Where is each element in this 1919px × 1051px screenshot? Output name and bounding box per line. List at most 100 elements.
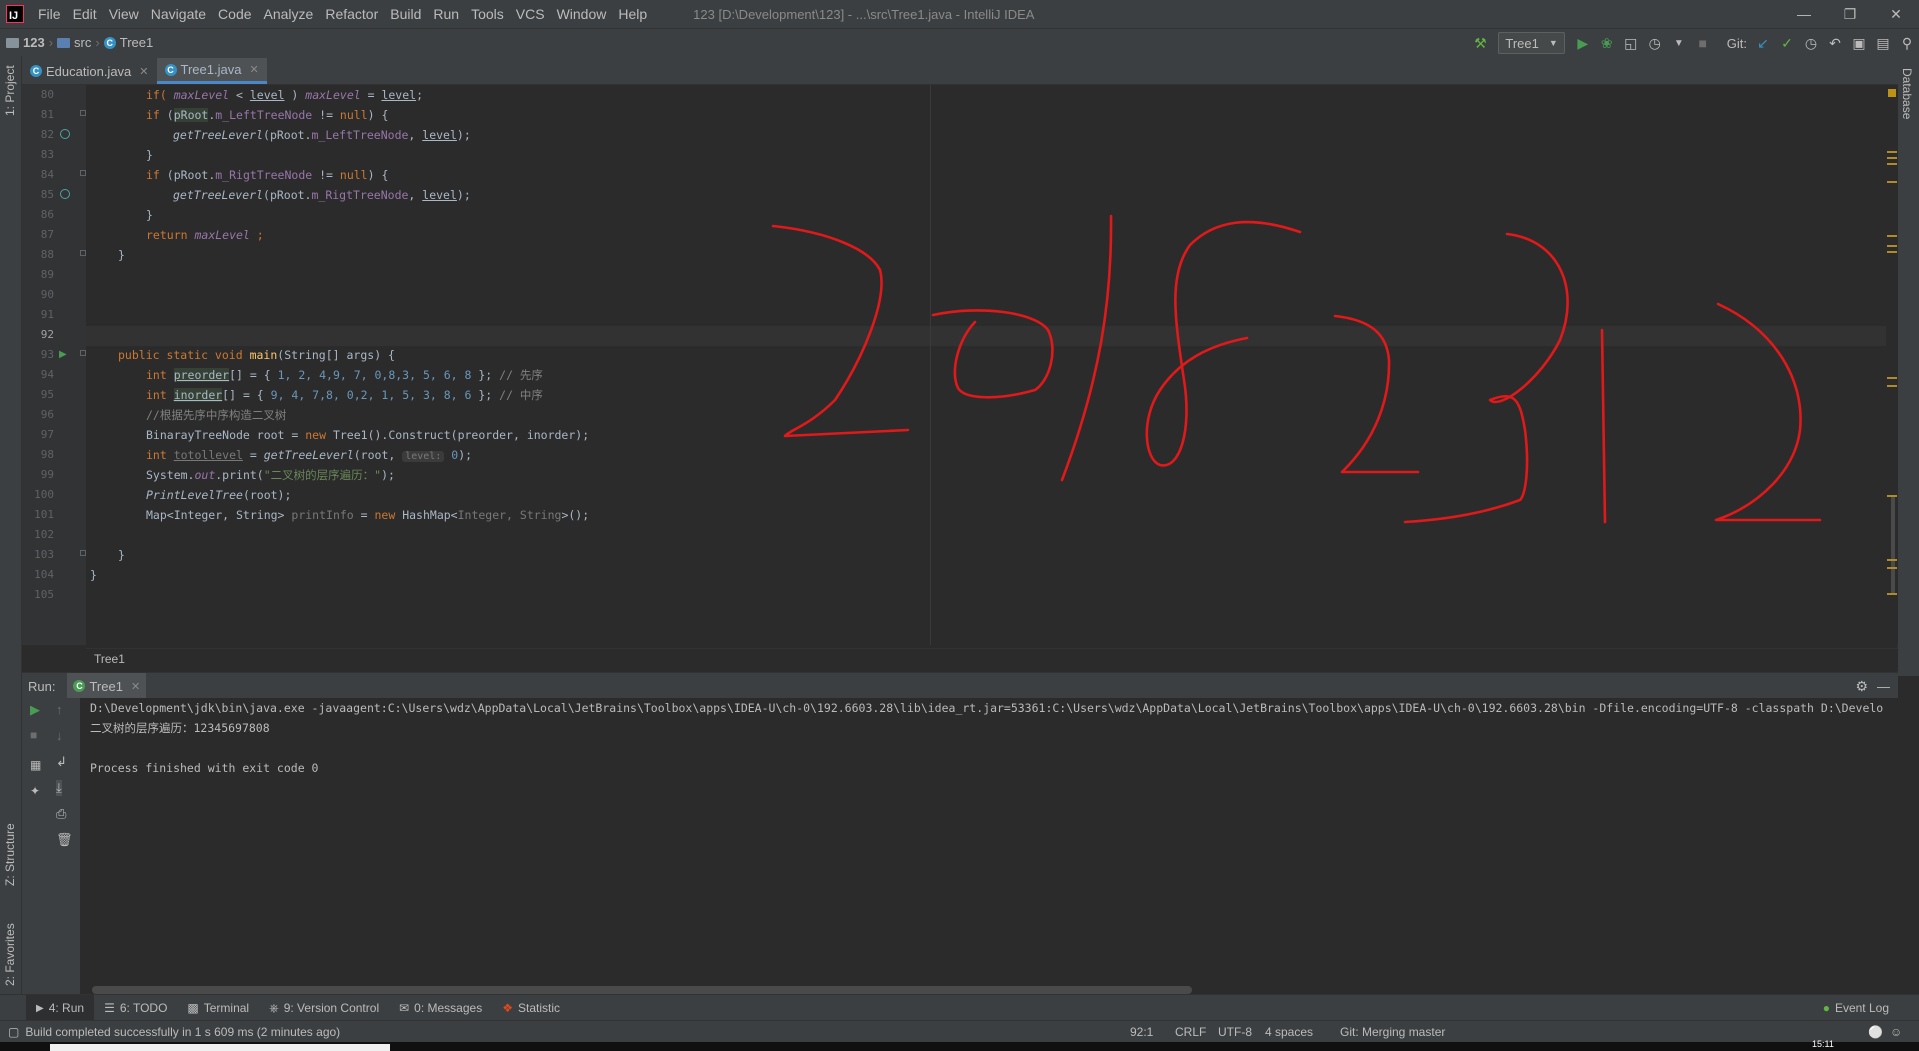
console-output[interactable]: D:\Development\jdk\bin\java.exe -javaage…: [80, 698, 1898, 994]
line-number: 87: [40, 228, 54, 241]
lock-icon[interactable]: ⚪: [1868, 1025, 1883, 1039]
inspector-icon[interactable]: ☺: [1890, 1025, 1902, 1039]
method-breadcrumb[interactable]: Tree1: [94, 652, 125, 666]
git-rollback-icon[interactable]: ↶: [1823, 31, 1847, 55]
more-run-icon[interactable]: ▼: [1667, 31, 1691, 55]
run-gutter-icon[interactable]: ▶: [59, 349, 67, 360]
git-branch[interactable]: Git: Merging master: [1340, 1025, 1445, 1039]
tool-tab-messages[interactable]: ✉ 0: Messages: [389, 995, 492, 1021]
structure-tool-button[interactable]: Z: Structure: [3, 823, 17, 886]
stop-icon[interactable]: ■: [1691, 31, 1715, 55]
build-hammer-icon[interactable]: ⚒: [1468, 31, 1492, 55]
print-icon[interactable]: ⎙: [56, 806, 66, 822]
editor-scroll-thumb[interactable]: [1891, 495, 1895, 595]
tool-tab-statistic[interactable]: ❖ Statistic: [492, 995, 570, 1021]
profile-icon[interactable]: ◷: [1643, 31, 1667, 55]
warning-mark[interactable]: [1887, 495, 1897, 497]
menu-view[interactable]: View: [103, 6, 145, 22]
close-tab-icon[interactable]: ✕: [131, 680, 140, 693]
tool-tab-run[interactable]: ▶ 4: Run: [26, 995, 95, 1021]
caret-position[interactable]: 92:1: [1130, 1025, 1153, 1039]
code-editor[interactable]: if( maxLevel < level ) maxLevel = level;…: [86, 85, 1886, 645]
tab-tree1-java[interactable]: C Tree1.java ✕: [156, 58, 267, 84]
tool-tab-version-control[interactable]: ⎈ 9: Version Control: [259, 995, 389, 1021]
run-tab[interactable]: C Tree1 ✕: [67, 673, 147, 699]
code-line-93: public static void main(String[] args) {: [118, 348, 395, 362]
close-window-icon[interactable]: ✕: [1873, 0, 1919, 28]
crumb-project[interactable]: 123: [23, 35, 45, 50]
restore-icon[interactable]: ❐: [1827, 0, 1873, 28]
restore-layout-icon[interactable]: ▦: [30, 758, 41, 772]
run-icon[interactable]: ▶: [1571, 31, 1595, 55]
menu-window[interactable]: Window: [551, 6, 613, 22]
warning-mark[interactable]: [1887, 151, 1897, 153]
hide-panel-icon[interactable]: —: [1877, 679, 1890, 694]
status-square-icon[interactable]: ▢: [8, 1025, 19, 1039]
project-structure-icon[interactable]: ▣: [1847, 31, 1871, 55]
close-tab-icon[interactable]: ✕: [249, 63, 258, 76]
git-commit-icon[interactable]: ✓: [1775, 31, 1799, 55]
editor-gutter[interactable]: 80 81 82 83 84 85 86 87 88 89 90 91 92 9…: [22, 85, 86, 645]
warning-mark[interactable]: [1887, 377, 1897, 379]
up-arrow-icon[interactable]: ↑: [56, 702, 63, 717]
file-encoding[interactable]: UTF-8: [1218, 1025, 1252, 1039]
git-update-icon[interactable]: ↙: [1751, 31, 1775, 55]
pin-icon[interactable]: ✦: [30, 784, 40, 798]
coverage-icon[interactable]: ◱: [1619, 31, 1643, 55]
warning-mark[interactable]: [1887, 385, 1897, 387]
close-tab-icon[interactable]: ✕: [139, 65, 148, 78]
console-hscroll-thumb[interactable]: [92, 986, 1192, 994]
menu-analyze[interactable]: Analyze: [258, 6, 320, 22]
soft-wrap-icon[interactable]: ↲: [56, 754, 67, 770]
project-tool-button[interactable]: 1: Project: [3, 65, 17, 116]
warning-mark[interactable]: [1887, 251, 1897, 253]
database-tool-button[interactable]: Database: [1900, 68, 1914, 119]
scroll-to-end-icon[interactable]: ⤓: [56, 780, 62, 796]
crumb-file[interactable]: Tree1: [120, 35, 153, 50]
menu-refactor[interactable]: Refactor: [319, 6, 384, 22]
tool-tab-label: 0: Messages: [414, 1001, 483, 1015]
git-history-icon[interactable]: ◷: [1799, 31, 1823, 55]
error-stripe[interactable]: [1886, 85, 1898, 645]
indent-setting[interactable]: 4 spaces: [1265, 1025, 1313, 1039]
recursion-icon[interactable]: [60, 129, 70, 139]
down-arrow-icon[interactable]: ↓: [56, 728, 63, 743]
tab-education-java[interactable]: C Education.java ✕: [22, 58, 157, 84]
menu-run[interactable]: Run: [427, 6, 465, 22]
warning-mark[interactable]: [1887, 163, 1897, 165]
menu-navigate[interactable]: Navigate: [145, 6, 212, 22]
event-log-button[interactable]: ● Event Log: [1813, 995, 1899, 1021]
search-icon[interactable]: ⚲: [1895, 31, 1919, 55]
menu-file[interactable]: File: [32, 6, 67, 22]
line-separator[interactable]: CRLF: [1175, 1025, 1206, 1039]
rerun-icon[interactable]: ▶: [30, 702, 40, 718]
warning-mark[interactable]: [1887, 235, 1897, 237]
menu-vcs[interactable]: VCS: [510, 6, 551, 22]
favorites-tool-button[interactable]: 2: Favorites: [3, 923, 17, 986]
menu-edit[interactable]: Edit: [67, 6, 103, 22]
warning-mark[interactable]: [1887, 559, 1897, 561]
settings-gear-icon[interactable]: ⚙: [1855, 678, 1868, 695]
tool-tab-terminal[interactable]: ▩ Terminal: [177, 995, 259, 1021]
layout-icon[interactable]: ▤: [1871, 31, 1895, 55]
menu-code[interactable]: Code: [212, 6, 257, 22]
warning-mark[interactable]: [1887, 157, 1897, 159]
crumb-src[interactable]: src: [74, 35, 91, 50]
warning-indicator-icon[interactable]: [1888, 89, 1896, 97]
tool-tab-todo[interactable]: ☰ 6: TODO: [94, 995, 177, 1021]
menu-help[interactable]: Help: [612, 6, 653, 22]
menu-build[interactable]: Build: [384, 6, 427, 22]
minimize-icon[interactable]: —: [1781, 0, 1827, 28]
warning-mark[interactable]: [1887, 567, 1897, 569]
trash-icon[interactable]: 🗑: [56, 832, 73, 848]
recursion-icon[interactable]: [60, 189, 70, 199]
taskbar-search-box[interactable]: [50, 1044, 390, 1051]
warning-mark[interactable]: [1887, 593, 1897, 595]
run-config-dropdown[interactable]: Tree1 ▼: [1498, 32, 1565, 54]
menu-tools[interactable]: Tools: [465, 6, 510, 22]
debug-icon[interactable]: ❀: [1595, 31, 1619, 55]
stop-run-icon[interactable]: ■: [30, 728, 37, 742]
warning-mark[interactable]: [1887, 181, 1897, 183]
warning-mark[interactable]: [1887, 245, 1897, 247]
status-message[interactable]: Build completed successfully in 1 s 609 …: [25, 1025, 340, 1039]
